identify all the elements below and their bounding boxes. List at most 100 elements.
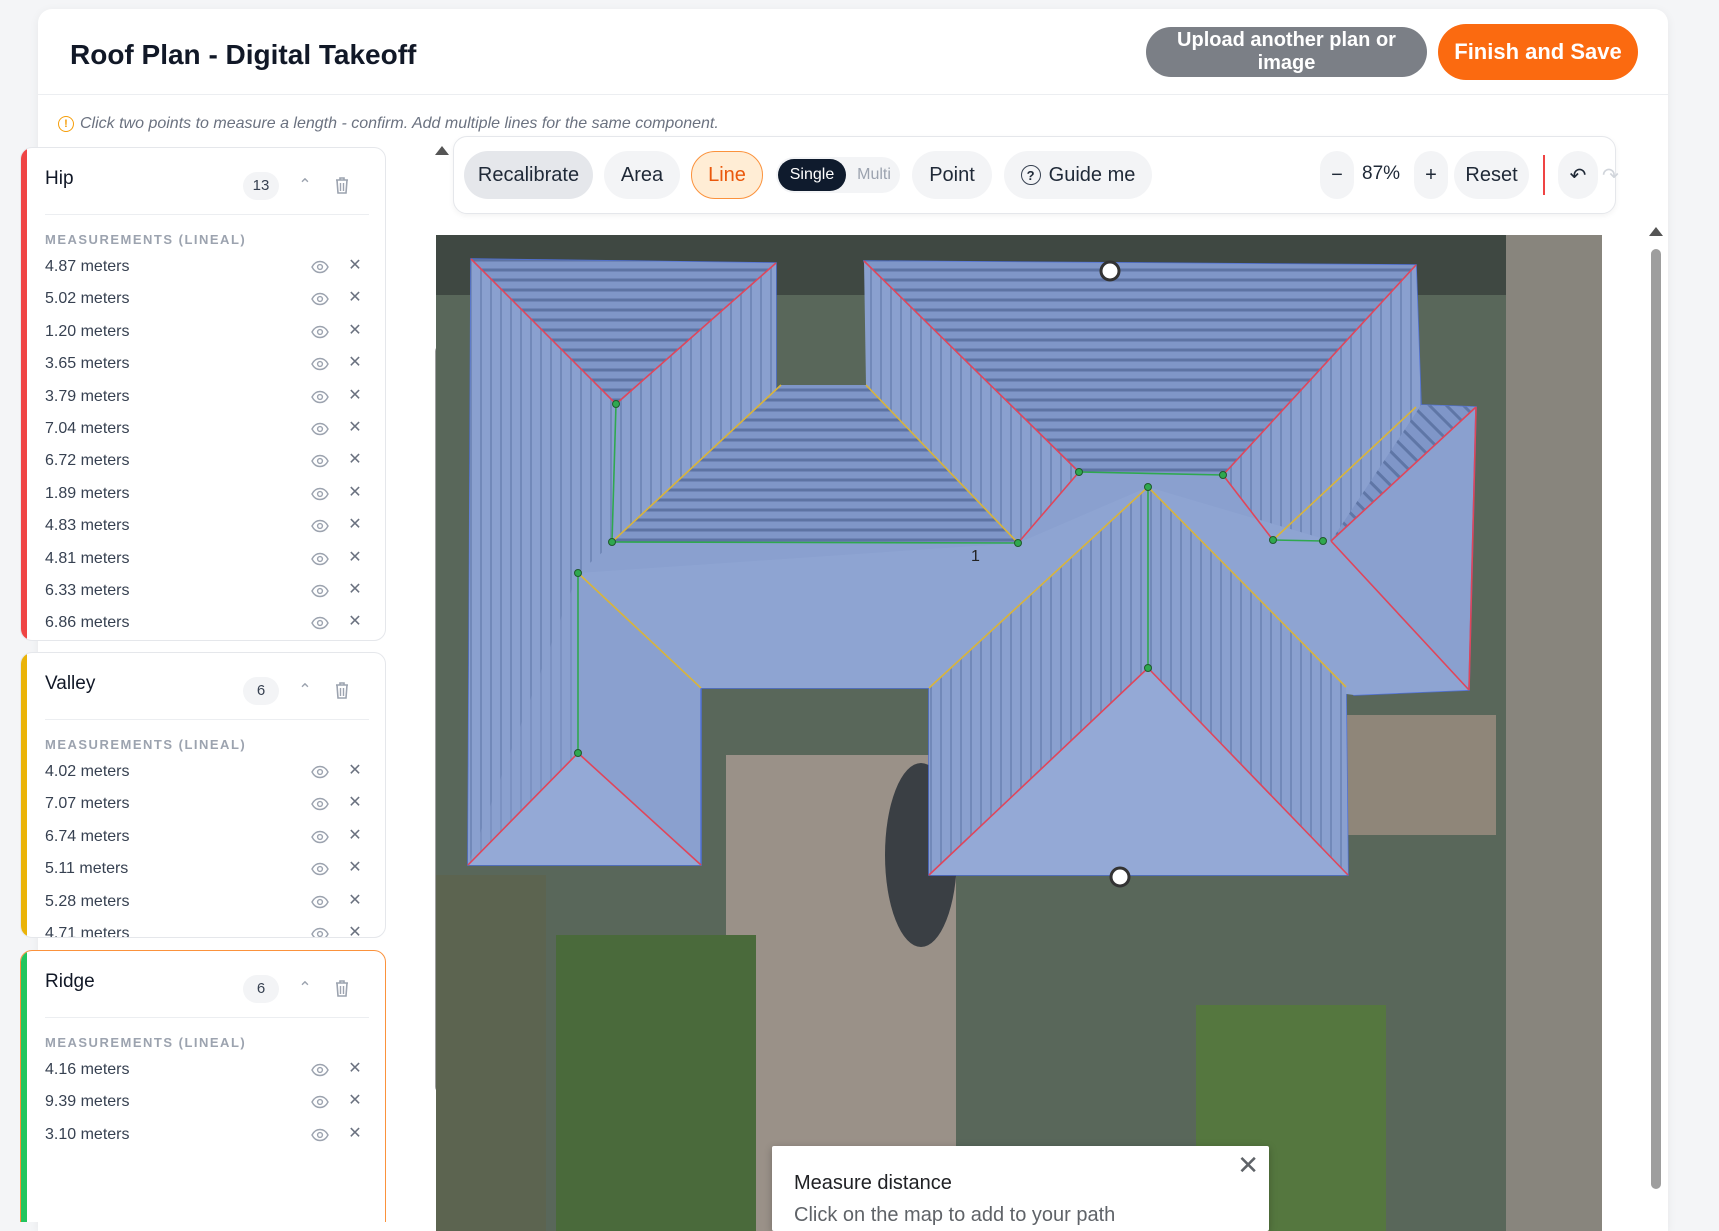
remove-measurement-icon[interactable]: ✕ [347,1091,363,1111]
trash-icon[interactable] [333,679,351,701]
trash-icon[interactable] [333,977,351,999]
upload-plan-button[interactable]: Upload another plan or image [1146,27,1427,77]
page-title: Roof Plan - Digital Takeoff [70,39,417,70]
chevron-up-icon[interactable]: ⌃ [293,975,317,1003]
panel-count-badge: 13 [243,172,279,200]
map-scrollbar[interactable] [1649,227,1663,1231]
map-marker-icon[interactable] [1109,866,1131,888]
chevron-up-icon[interactable]: ⌃ [293,172,317,200]
eye-icon[interactable] [311,454,329,468]
finish-save-button[interactable]: Finish and Save [1438,24,1638,80]
remove-measurement-icon[interactable]: ✕ [347,793,363,813]
single-mode-option[interactable]: Single [778,159,846,191]
eye-icon[interactable] [311,260,329,274]
measurement-value: 4.02 meters [45,763,130,780]
eye-icon[interactable] [311,797,329,811]
line-tool-button[interactable]: Line [691,151,763,199]
remove-measurement-icon[interactable]: ✕ [347,483,363,503]
remove-measurement-icon[interactable]: ✕ [347,612,363,632]
eye-icon[interactable] [311,357,329,371]
roof-map-svg[interactable]: 1 [436,235,1602,1231]
map-scroll-thumb[interactable] [1651,249,1661,1189]
panel-subtitle: MEASUREMENTS (LINEAL) [45,737,247,752]
eye-icon[interactable] [311,487,329,501]
measurement-row: 6.86 meters ✕ [21,608,385,640]
eye-icon[interactable] [311,1128,329,1142]
measurement-row: 5.02 meters ✕ [21,284,385,316]
eye-icon[interactable] [311,895,329,909]
eye-icon[interactable] [311,292,329,306]
eye-icon[interactable] [311,422,329,436]
measurement-list: 4.16 meters ✕ 9.39 meters ✕ 3.10 meters ✕ [21,1055,385,1152]
measurement-row: 1.20 meters ✕ [21,317,385,349]
eye-icon[interactable] [311,927,329,938]
zoom-in-button[interactable]: + [1414,151,1448,199]
remove-measurement-icon[interactable]: ✕ [347,761,363,781]
remove-measurement-icon[interactable]: ✕ [347,580,363,600]
measurement-row: 6.72 meters ✕ [21,446,385,478]
eye-icon[interactable] [311,325,329,339]
remove-measurement-icon[interactable]: ✕ [347,1059,363,1079]
multi-mode-option[interactable]: Multi [850,159,898,191]
panel-name: Hip [45,168,74,189]
chevron-up-icon[interactable]: ⌃ [293,677,317,705]
eye-icon[interactable] [311,390,329,404]
remove-measurement-icon[interactable]: ✕ [347,891,363,911]
guide-me-button[interactable]: ? Guide me [1004,151,1152,199]
eye-icon[interactable] [311,830,329,844]
measurement-value: 4.71 meters [45,924,130,938]
remove-measurement-icon[interactable]: ✕ [347,386,363,406]
remove-measurement-icon[interactable]: ✕ [347,256,363,276]
measurement-value: 3.65 meters [45,355,130,373]
measurement-value: 1.20 meters [45,322,130,340]
scroll-up-arrow-icon[interactable] [1649,227,1663,236]
guide-me-label: Guide me [1048,163,1136,186]
remove-measurement-icon[interactable]: ✕ [347,826,363,846]
remove-measurement-icon[interactable]: ✕ [347,923,363,937]
map-marker-icon[interactable] [1099,260,1121,282]
undo-button[interactable]: ↶ [1558,151,1598,199]
panel-subtitle: MEASUREMENTS (LINEAL) [45,232,247,247]
remove-measurement-icon[interactable]: ✕ [347,321,363,341]
hint-text: Click two points to measure a length - c… [80,115,719,132]
segment-label: 1 [971,548,980,565]
measurement-value: 6.33 meters [45,581,130,599]
point-tool-button[interactable]: Point [912,151,992,199]
measure-distance-popup: Measure distance Click on the map to add… [772,1146,1269,1231]
remove-measurement-icon[interactable]: ✕ [347,1124,363,1144]
remove-measurement-icon[interactable]: ✕ [347,515,363,535]
eye-icon[interactable] [311,616,329,630]
measurement-list: 4.02 meters ✕ 7.07 meters ✕ 6.74 meters ✕ 5.11… [21,757,385,938]
undo-icon: ↶ [1569,164,1587,187]
eye-icon[interactable] [311,552,329,566]
reset-zoom-button[interactable]: Reset [1454,151,1529,199]
remove-measurement-icon[interactable]: ✕ [347,450,363,470]
eye-icon[interactable] [311,765,329,779]
panel-count-badge: 6 [243,975,279,1003]
measurement-value: 5.28 meters [45,892,130,910]
remove-measurement-icon[interactable]: ✕ [347,418,363,438]
trash-icon[interactable] [333,174,351,196]
eye-icon[interactable] [311,1063,329,1077]
measurement-value: 4.81 meters [45,549,130,567]
area-tool-button[interactable]: Area [604,151,680,199]
eye-icon[interactable] [311,862,329,876]
scroll-up-arrow-icon[interactable] [435,146,449,155]
redo-button[interactable]: ↷ [1602,151,1619,199]
remove-measurement-icon[interactable]: ✕ [347,858,363,878]
recalibrate-button[interactable]: Recalibrate [464,151,593,199]
measurement-list: 4.87 meters ✕ 5.02 meters ✕ 1.20 meters ✕ 3.65… [21,252,385,640]
eye-icon[interactable] [311,1095,329,1109]
panel-count-badge: 6 [243,677,279,705]
eye-icon[interactable] [311,584,329,598]
close-icon[interactable]: ✕ [1237,1150,1259,1181]
eye-icon[interactable] [311,519,329,533]
remove-measurement-icon[interactable]: ✕ [347,288,363,308]
panel-divider [45,1017,369,1018]
zoom-out-button[interactable]: − [1320,151,1354,199]
roof-map-canvas[interactable]: 1 [436,235,1602,1231]
remove-measurement-icon[interactable]: ✕ [347,548,363,568]
lawn [556,935,756,1231]
remove-measurement-icon[interactable]: ✕ [347,353,363,373]
zoom-level: 87% [1362,163,1401,184]
